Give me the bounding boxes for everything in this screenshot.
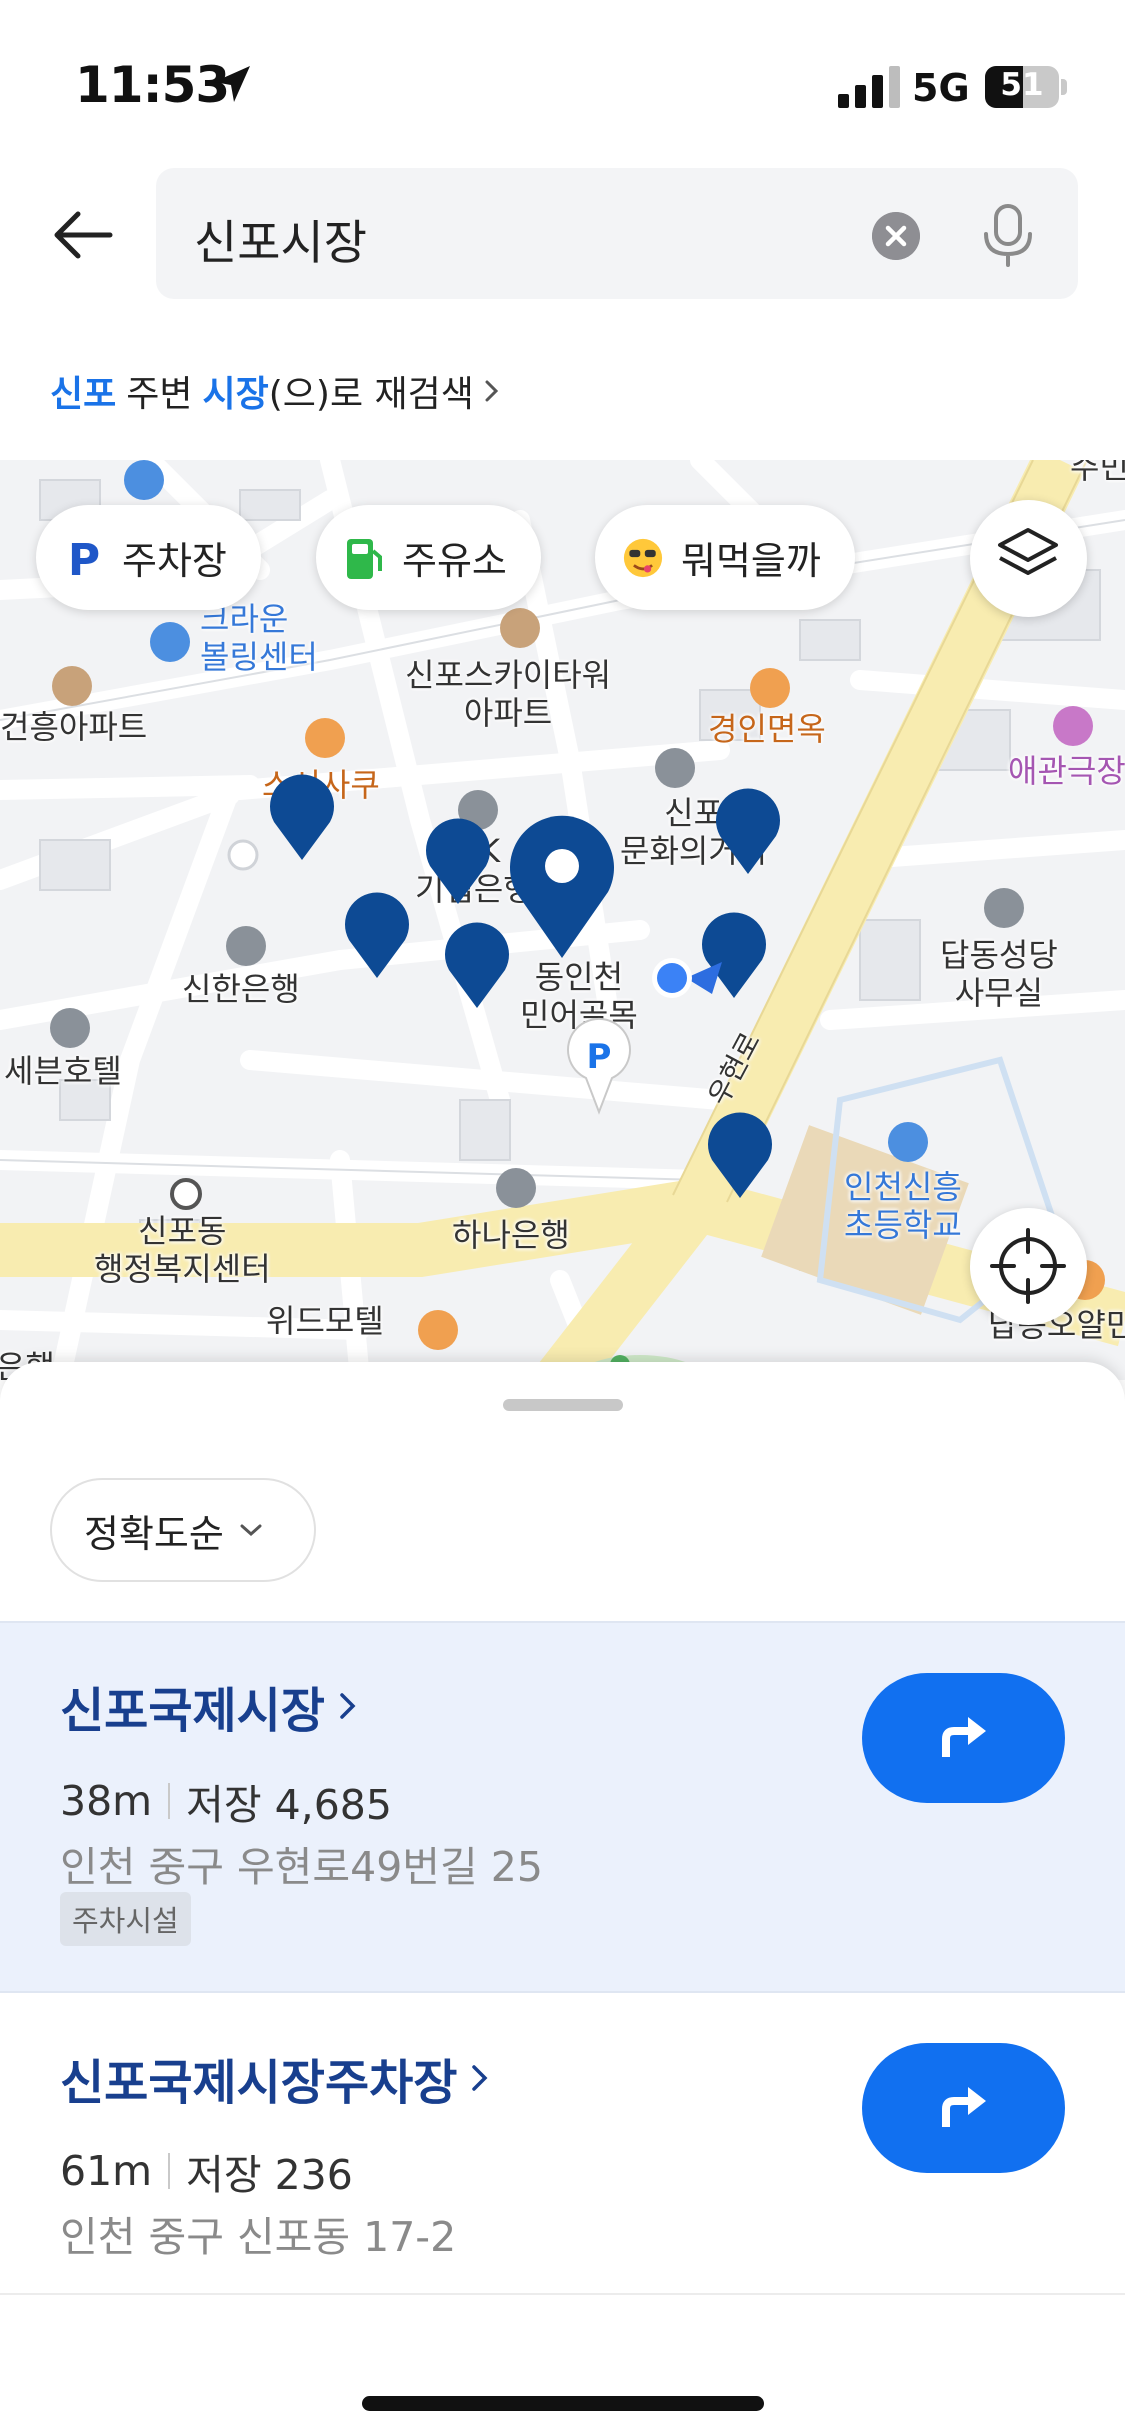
result-tag: 주차시설 (60, 1892, 191, 1946)
microphone-icon[interactable] (978, 202, 1038, 268)
gas-station-icon (344, 537, 384, 579)
church-icon (984, 888, 1024, 928)
battery-level: 51 (1000, 67, 1044, 103)
research-word-2: 시장 (202, 374, 269, 415)
result-name: 신포국제시장 (60, 1683, 325, 1739)
map-label-sky-tower: 신포스카이타워 아파트 (405, 656, 612, 732)
result-item[interactable]: 신포국제시장주차장 61m 저장 236 인천 중구 신포동 17-2 (0, 1993, 1125, 2293)
restaurant-icon (750, 668, 790, 708)
result-pin-icon[interactable] (343, 890, 411, 980)
apartment-icon (500, 608, 540, 648)
parking-marker-icon[interactable]: P (566, 1016, 632, 1116)
result-pin-icon[interactable] (714, 786, 782, 876)
chevron-down-icon (240, 1524, 262, 1537)
result-address: 인천 중구 신포동 17-2 (60, 2213, 457, 2261)
school-icon (888, 1122, 928, 1162)
bowling-icon (150, 622, 190, 662)
result-pin-icon[interactable] (424, 816, 492, 906)
selected-pin-icon[interactable] (506, 810, 618, 960)
result-meta: 38m 저장 4,685 (60, 1771, 392, 1831)
search-input[interactable]: 신포시장 (156, 168, 1078, 299)
crosshair-icon (990, 1228, 1066, 1304)
research-text-1: 주변 (126, 374, 193, 415)
search-query: 신포시장 (194, 216, 367, 271)
filter-chip-label: 주유소 (402, 539, 507, 583)
clear-button[interactable] (872, 212, 920, 260)
map-label-hana: 하나은행 (452, 1216, 570, 1254)
result-pin-icon[interactable] (443, 920, 511, 1010)
restaurant-icon (418, 1310, 458, 1350)
map-label-edge: 주민 (1070, 460, 1125, 486)
filter-chip-label: 뭐먹을까 (681, 539, 821, 583)
result-saves: 저장 236 (186, 2151, 353, 2199)
map-label-aegwan: 애관극장 (1008, 752, 1125, 790)
result-pin-icon[interactable] (706, 1110, 774, 1200)
government-office-icon (170, 1178, 202, 1210)
church-icon (124, 460, 164, 500)
map-label-dapdong: 답동성당 사무실 (940, 936, 1058, 1012)
result-title[interactable]: 신포국제시장주차장 (60, 2043, 489, 2113)
map-label-sinpodong: 신포동 행정복지센터 (94, 1212, 271, 1288)
bank-icon (226, 926, 266, 966)
research-suggestion[interactable]: 신포 주변 시장 (으)로 재검색 (50, 365, 500, 417)
chevron-right-icon (485, 380, 499, 402)
battery-icon: 51 (985, 66, 1067, 108)
status-time: 11:53 (75, 56, 230, 114)
research-text-2: (으)로 재검색 (268, 374, 474, 415)
result-pin-icon[interactable] (268, 772, 336, 862)
result-address: 인천 중구 우현로49번길 25 (60, 1843, 543, 1891)
result-item[interactable]: 신포국제시장 38m 저장 4,685 인천 중구 우현로49번길 25 주차시… (0, 1621, 1125, 1993)
turn-right-arrow-icon (941, 1717, 986, 1757)
sort-label: 정확도순 (84, 1511, 224, 1556)
network-type: 5G (912, 66, 970, 110)
map-layers-button[interactable] (970, 500, 1087, 617)
apartment-icon (52, 666, 92, 706)
result-name: 신포국제시장주차장 (60, 2055, 458, 2111)
directions-button[interactable] (862, 2043, 1065, 2173)
sunglasses-emoji-icon (623, 537, 663, 579)
map-label-shinhan: 신한은행 (182, 970, 300, 1008)
my-location-button[interactable] (970, 1208, 1087, 1325)
sort-dropdown[interactable]: 정확도순 (50, 1478, 316, 1582)
map-label-gyeongin: 경인면옥 (708, 710, 826, 748)
signal-icon (838, 66, 900, 108)
result-distance: 61m (60, 2147, 153, 2195)
svg-text:P: P (587, 1037, 612, 1077)
flag-icon (655, 748, 695, 788)
result-title[interactable]: 신포국제시장 (60, 1671, 357, 1741)
layers-icon (998, 528, 1058, 575)
status-bar: 11:53 5G 51 (0, 0, 1125, 150)
back-button[interactable] (48, 200, 118, 270)
hotel-icon (50, 1008, 90, 1048)
directions-button[interactable] (862, 1673, 1065, 1803)
map-label-crown-bowling: 크라운 볼링센터 (200, 600, 318, 676)
chevron-right-icon (340, 1693, 356, 1719)
bank-icon (496, 1168, 536, 1208)
home-indicator (362, 2396, 764, 2411)
current-location-icon (652, 958, 722, 998)
restaurant-icon (305, 718, 345, 758)
filter-chip-parking[interactable]: P 주차장 (36, 505, 261, 610)
result-meta: 61m 저장 236 (60, 2141, 353, 2201)
filter-chip-label: 주차장 (122, 539, 227, 583)
result-saves: 저장 4,685 (186, 1781, 392, 1829)
parking-icon: P (64, 537, 104, 579)
svg-text:P: P (68, 537, 100, 579)
map-label-incheon-school: 인천신흥 초등학교 (844, 1168, 962, 1244)
map-label-wid-motel: 위드모텔 (266, 1302, 384, 1340)
chevron-right-icon (472, 2065, 488, 2091)
map-label-apartment: 건흥아파트 (0, 708, 148, 746)
theater-icon (1053, 706, 1093, 746)
result-distance: 38m (60, 1777, 153, 1825)
filter-chip-food[interactable]: 뭐먹을까 (595, 505, 855, 610)
map-label-seven-hotel: 세븐호텔 (4, 1052, 122, 1090)
location-arrow-icon (214, 66, 250, 102)
sheet-drag-handle[interactable] (503, 1399, 623, 1411)
divider (0, 2293, 1125, 2295)
research-word-1: 신포 (50, 374, 117, 415)
turn-right-arrow-icon (941, 2087, 986, 2127)
filter-chip-gas-station[interactable]: 주유소 (316, 505, 541, 610)
